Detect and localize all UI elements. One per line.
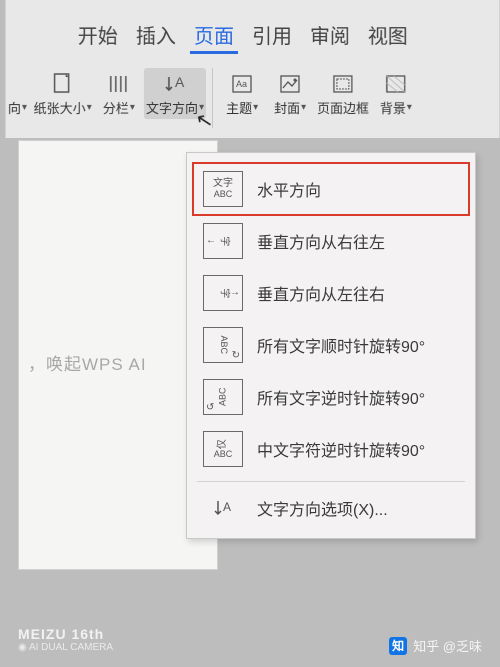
columns-button[interactable]: 分栏▾ (96, 68, 142, 119)
chevron-down-icon: ▾ (199, 102, 204, 113)
background-button[interactable]: 背景▾ (373, 68, 419, 119)
menu-item-vertical-ltr[interactable]: 字→ 垂直方向从左往右 (193, 267, 469, 319)
device-watermark: MEIZU 16th ◉ AI DUAL CAMERA (18, 626, 113, 653)
options-icon: A (203, 497, 243, 519)
orientation-button[interactable]: 向▾ (5, 68, 29, 119)
menu-label: 所有文字顺时针旋转90° (257, 333, 425, 357)
background-icon (384, 70, 408, 98)
tab-start[interactable]: 开始 (74, 18, 122, 54)
text-direction-button[interactable]: A 文字方向▾ (144, 68, 206, 119)
menu-label: 水平方向 (257, 177, 321, 201)
document-hint-text: ，唤起WPS AI (28, 350, 147, 375)
columns-icon (107, 70, 131, 98)
tab-review[interactable]: 审阅 (306, 18, 354, 54)
rotate-ccw-icon: ABC↺ (203, 379, 243, 415)
chevron-down-icon: ▾ (22, 102, 27, 113)
text-direction-menu: 文字ABC 水平方向 字← 垂直方向从右往左 字→ 垂直方向从左往右 ABC↻ … (186, 152, 476, 539)
tab-reference[interactable]: 引用 (248, 18, 296, 54)
chevron-down-icon: ▾ (407, 102, 412, 113)
menu-label: 垂直方向从右往左 (257, 229, 385, 253)
ribbon-tabs: 开始 插入 页面 引用 审阅 视图 (5, 0, 499, 64)
menu-label: 所有文字逆时针旋转90° (257, 385, 425, 409)
chevron-down-icon: ▾ (253, 102, 258, 113)
tab-page[interactable]: 页面 (190, 18, 238, 54)
vertical-ltr-icon: 字→ (203, 275, 243, 311)
chevron-down-icon: ▾ (130, 102, 135, 113)
zhihu-icon: 知 (389, 637, 407, 655)
tab-insert[interactable]: 插入 (132, 18, 180, 54)
paper-size-button[interactable]: 纸张大小▾ (31, 68, 93, 119)
horizontal-icon: 文字ABC (203, 171, 243, 207)
toolbar: 向▾ 纸张大小▾ 分栏▾ A 文字方向▾ Aa 主题▾ (5, 64, 499, 138)
svg-text:A: A (175, 74, 185, 90)
ribbon-panel: 开始 插入 页面 引用 审阅 视图 向▾ 纸张大小▾ 分栏▾ A 文字方向▾ (5, 0, 499, 138)
separator (212, 68, 213, 128)
tab-view[interactable]: 视图 (364, 18, 412, 54)
menu-item-rotate-ccw[interactable]: ABC↺ 所有文字逆时针旋转90° (193, 371, 469, 423)
paper-size-icon (52, 70, 74, 98)
cover-button[interactable]: 封面▾ (267, 68, 313, 119)
theme-button[interactable]: Aa 主题▾ (219, 68, 265, 119)
menu-item-rotate-cw[interactable]: ABC↻ 所有文字顺时针旋转90° (193, 319, 469, 371)
vertical-rtl-icon: 字← (203, 223, 243, 259)
menu-label: 垂直方向从左往右 (257, 281, 385, 305)
menu-label: 文字方向选项(X)... (257, 496, 388, 520)
menu-item-options[interactable]: A 文字方向选项(X)... (193, 488, 469, 528)
menu-item-chinese-ccw[interactable]: 仅ABC 中文字符逆时针旋转90° (193, 423, 469, 475)
menu-item-horizontal[interactable]: 文字ABC 水平方向 (193, 163, 469, 215)
theme-icon: Aa (230, 70, 254, 98)
rotate-cw-icon: ABC↻ (203, 327, 243, 363)
page-border-icon (331, 70, 355, 98)
menu-divider (197, 481, 465, 482)
chevron-down-icon: ▾ (87, 102, 92, 113)
page-border-button[interactable]: 页面边框 (315, 68, 371, 119)
menu-label: 中文字符逆时针旋转90° (257, 437, 425, 461)
text-direction-icon: A (162, 70, 188, 98)
cover-icon (278, 70, 302, 98)
chinese-ccw-icon: 仅ABC (203, 431, 243, 467)
svg-text:Aa: Aa (236, 79, 247, 89)
menu-item-vertical-rtl[interactable]: 字← 垂直方向从右往左 (193, 215, 469, 267)
source-watermark: 知 知乎 @乏味 (389, 636, 482, 655)
chevron-down-icon: ▾ (301, 102, 306, 113)
svg-text:A: A (223, 500, 231, 514)
